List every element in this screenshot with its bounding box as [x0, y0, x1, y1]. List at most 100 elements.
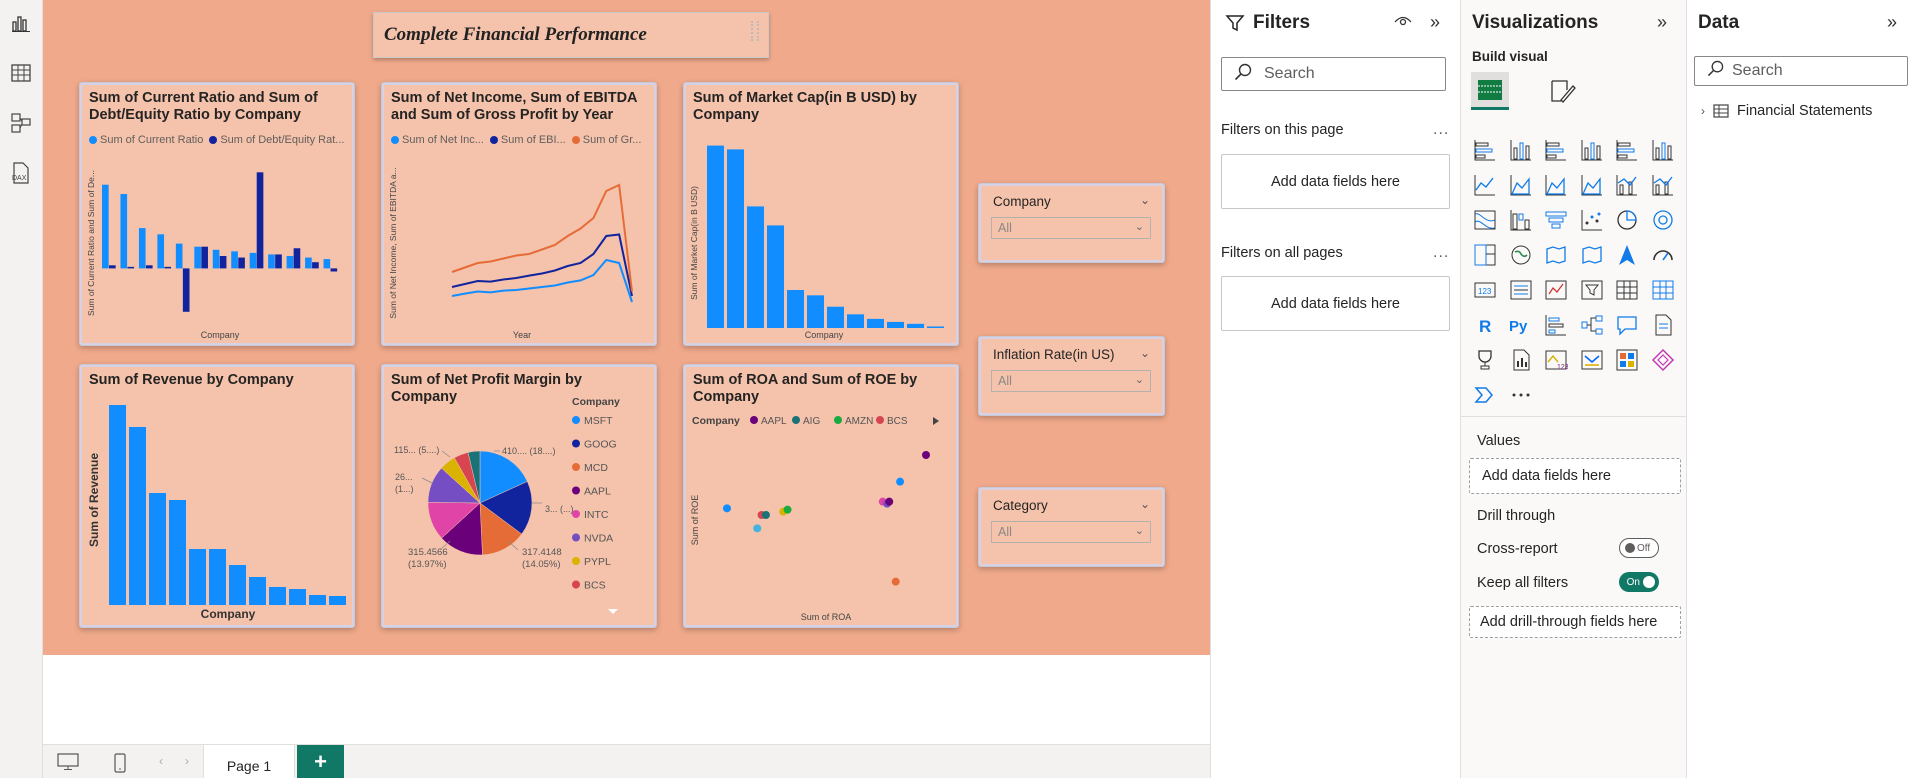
treemap-icon[interactable] — [1473, 243, 1499, 269]
collapse-pane-icon[interactable]: » — [1657, 12, 1667, 33]
build-visual-tab[interactable] — [1471, 72, 1509, 110]
report-view-icon[interactable] — [6, 8, 36, 38]
page-tab[interactable]: Page 1 — [203, 745, 295, 778]
chevron-down-icon[interactable]: ⌄ — [1140, 497, 1150, 511]
clustered-bar-icon[interactable] — [1544, 138, 1570, 164]
power-automate-icon[interactable] — [1580, 348, 1606, 374]
svg-text:Py: Py — [1509, 318, 1528, 335]
all-pages-filter-drop-zone[interactable]: Add data fields here — [1221, 276, 1450, 331]
values-drop-zone[interactable]: Add data fields here — [1469, 458, 1681, 494]
python-visual-icon[interactable]: Py — [1509, 313, 1535, 339]
more-options-icon[interactable]: ... — [1433, 244, 1449, 262]
slicer-dropdown[interactable]: All ⌄ — [991, 521, 1151, 543]
slicer-dropdown[interactable]: All ⌄ — [991, 370, 1151, 392]
azure-map-icon[interactable] — [1615, 243, 1641, 269]
bar — [102, 184, 109, 269]
report-title-box[interactable]: Complete Financial Performance — [373, 12, 769, 58]
chevron-down-icon[interactable]: ⌄ — [1140, 346, 1150, 360]
drill-through-drop-zone[interactable]: Add drill-through fields here — [1469, 606, 1681, 638]
100-bar-icon[interactable] — [1615, 138, 1641, 164]
card-icon[interactable]: 123 — [1473, 278, 1499, 304]
bar — [201, 246, 208, 269]
collapse-pane-icon[interactable]: » — [1430, 12, 1440, 33]
chevron-down-icon[interactable]: ⌄ — [1140, 193, 1150, 207]
roa-roe-chart[interactable]: Sum of ROA and Sum of ROE by Company Com… — [683, 364, 959, 628]
chevron-right-icon[interactable]: › — [1701, 104, 1705, 118]
keep-all-filters-toggle[interactable]: On — [1619, 572, 1659, 592]
data-point — [922, 451, 931, 459]
pie-chart-icon[interactable] — [1615, 208, 1641, 234]
market-cap-chart[interactable]: Sum of Market Cap(in B USD) by Company C… — [683, 82, 959, 346]
paginated-report-icon[interactable] — [1509, 348, 1535, 374]
stacked-bar-icon[interactable] — [1473, 138, 1499, 164]
dax-query-icon[interactable]: DAX — [6, 158, 36, 188]
desktop-layout-icon[interactable] — [57, 753, 79, 771]
100-area-icon[interactable] — [1580, 173, 1606, 199]
map-icon[interactable] — [1509, 243, 1535, 269]
page-filter-drop-zone[interactable]: Add data fields here — [1221, 154, 1450, 209]
area-chart-icon[interactable] — [1509, 173, 1535, 199]
custom-visual-icon[interactable] — [1615, 348, 1641, 374]
gauge-icon[interactable] — [1651, 243, 1677, 269]
metrics-icon[interactable] — [1473, 348, 1499, 374]
eye-icon[interactable] — [1394, 14, 1412, 35]
bar — [867, 318, 884, 328]
stacked-area-icon[interactable] — [1544, 173, 1570, 199]
power-apps-icon[interactable]: 123 — [1544, 348, 1570, 374]
model-view-icon[interactable] — [6, 108, 36, 138]
category-slicer[interactable]: Category ⌄ All ⌄ — [978, 487, 1165, 567]
x-axis-label: Company — [201, 330, 240, 340]
bar — [249, 252, 257, 269]
diamond-visual-icon[interactable] — [1651, 348, 1677, 374]
mobile-layout-icon[interactable] — [113, 753, 135, 773]
line-chart-icon[interactable] — [1473, 173, 1499, 199]
qa-icon[interactable] — [1615, 313, 1641, 339]
funnel-chart-icon[interactable] — [1544, 208, 1570, 234]
multi-row-card-icon[interactable] — [1509, 278, 1535, 304]
more-options-icon[interactable]: ... — [1433, 121, 1449, 139]
smart-narrative-icon[interactable] — [1651, 313, 1677, 339]
report-page[interactable]: Complete Financial Performance Sum of Cu… — [43, 0, 1210, 655]
revenue-chart[interactable]: Sum of Revenue by Company Company Sum of … — [79, 364, 355, 628]
table-icon[interactable] — [1615, 278, 1641, 304]
filled-map-icon[interactable] — [1544, 243, 1570, 269]
chevron-left-icon[interactable]: ‹ — [159, 754, 181, 772]
waterfall-chart-icon[interactable] — [1509, 208, 1535, 234]
ribbon-chart-icon[interactable] — [1473, 208, 1499, 234]
stacked-column-icon[interactable] — [1509, 138, 1535, 164]
filters-pane: Filters » Search Filters on this page ..… — [1210, 0, 1460, 778]
decomposition-tree-icon[interactable] — [1580, 313, 1606, 339]
y-axis-label: Sum of Net Income, Sum of EBITDA a... — [388, 167, 398, 318]
matrix-icon[interactable] — [1651, 278, 1677, 304]
add-page-button[interactable]: + — [297, 745, 344, 778]
inflation-rate-slicer[interactable]: Inflation Rate(in US) ⌄ All ⌄ — [978, 336, 1165, 416]
data-search-input[interactable]: Search — [1694, 56, 1908, 86]
legend-label: BCS — [887, 416, 908, 427]
100-column-icon[interactable] — [1651, 138, 1677, 164]
company-slicer[interactable]: Company ⌄ All ⌄ — [978, 183, 1165, 263]
current-ratio-chart[interactable]: Sum of Current Ratio and Sum of Debt/Equ… — [79, 82, 355, 346]
data-table-item[interactable]: › Financial Statements — [1701, 103, 1872, 119]
donut-chart-icon[interactable] — [1651, 208, 1677, 234]
collapse-pane-icon[interactable]: » — [1887, 12, 1897, 33]
shape-map-icon[interactable] — [1580, 243, 1606, 269]
data-point — [891, 577, 900, 586]
table-view-icon[interactable] — [6, 58, 36, 88]
r-visual-icon[interactable]: R — [1473, 313, 1499, 339]
kpi-icon[interactable] — [1544, 278, 1570, 304]
key-influencers-icon[interactable] — [1544, 313, 1570, 339]
slicer-dropdown[interactable]: All ⌄ — [991, 217, 1151, 239]
format-visual-tab[interactable] — [1543, 72, 1581, 110]
scatter-chart-icon[interactable] — [1580, 208, 1606, 234]
net-income-chart[interactable]: Sum of Net Income, Sum of EBITDA and Sum… — [381, 82, 657, 346]
drag-handle-icon[interactable] — [751, 21, 759, 41]
net-profit-margin-chart[interactable]: Sum of Net Profit Margin by Company Comp… — [381, 364, 657, 628]
more-visuals-icon[interactable] — [1509, 383, 1535, 409]
cross-report-toggle[interactable]: Off — [1619, 538, 1659, 558]
clustered-column-icon[interactable] — [1580, 138, 1606, 164]
line-column-icon[interactable] — [1615, 173, 1641, 199]
line-clustered-icon[interactable] — [1651, 173, 1677, 199]
filters-search-input[interactable]: Search — [1221, 57, 1446, 91]
slicer-icon[interactable] — [1580, 278, 1606, 304]
chevron-visual-icon[interactable] — [1473, 383, 1499, 409]
